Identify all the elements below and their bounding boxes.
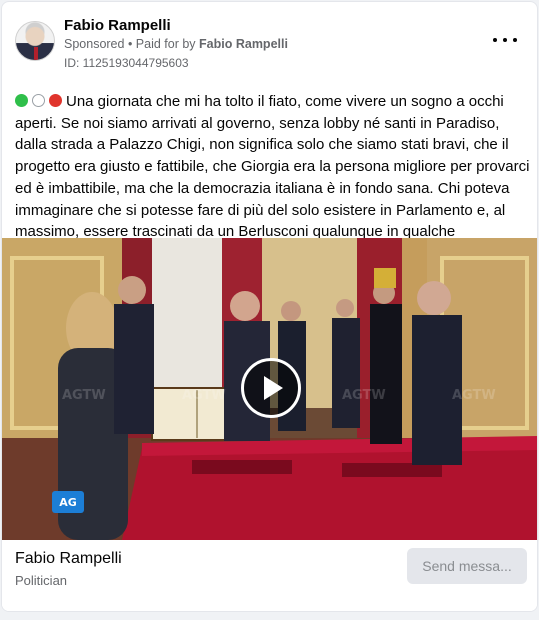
separator: • — [124, 37, 136, 51]
more-horizontal-icon[interactable] — [493, 30, 517, 50]
send-message-button[interactable]: Send messa... — [407, 548, 527, 584]
green-circle-icon — [15, 94, 28, 107]
footer-category: Politician — [15, 573, 68, 588]
ad-footer: Fabio Rampelli Politician Send messa... — [2, 540, 537, 611]
video-media[interactable]: AGTW AGTW AGTW AGTW AG — [2, 238, 537, 540]
agtw-logo: AG — [52, 491, 84, 513]
ad-id: ID: 1125193044795603 — [64, 56, 189, 70]
paid-for-by: Fabio Rampelli — [199, 37, 288, 51]
watermark: AGTW — [342, 388, 386, 403]
play-icon[interactable] — [241, 358, 301, 418]
sponsored-line: Sponsored • Paid for by Fabio Rampelli — [64, 37, 288, 51]
red-circle-icon — [49, 94, 62, 107]
footer-page-name[interactable]: Fabio Rampelli — [15, 550, 122, 568]
watermark: AGTW — [452, 388, 496, 403]
white-circle-icon — [32, 94, 45, 107]
avatar[interactable] — [15, 21, 55, 61]
post-text: Una giornata che mi ha tolto il fiato, c… — [15, 93, 530, 262]
ad-card: Fabio Rampelli Sponsored • Paid for by F… — [1, 1, 538, 612]
paid-for-prefix: Paid for by — [135, 37, 200, 51]
sponsored-label: Sponsored — [64, 37, 125, 51]
watermark: AGTW — [182, 388, 226, 403]
watermark: AGTW — [62, 388, 106, 403]
page-name[interactable]: Fabio Rampelli — [64, 17, 171, 34]
post-header: Fabio Rampelli Sponsored • Paid for by F… — [2, 2, 537, 82]
